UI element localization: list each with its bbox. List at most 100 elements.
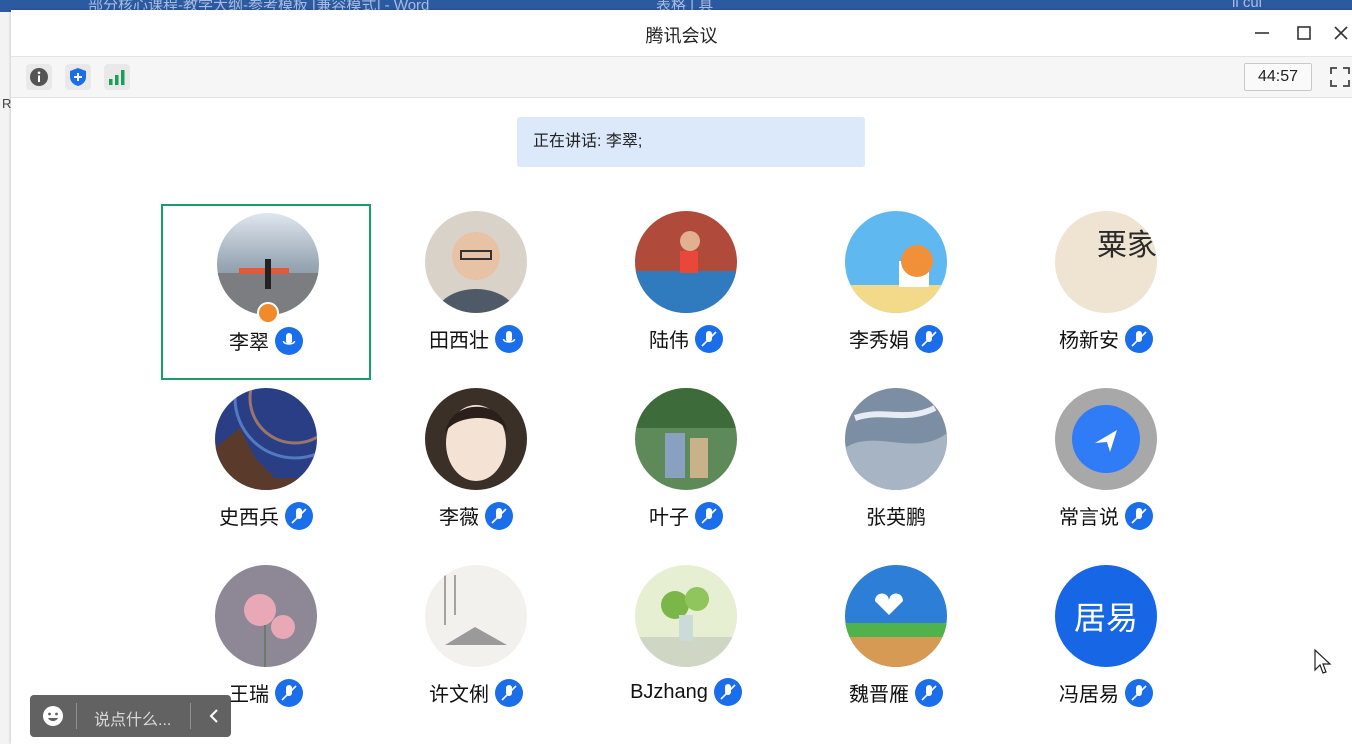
participant-tile[interactable]: 李薇: [371, 381, 581, 557]
participant-nameline: BJzhang: [581, 678, 791, 706]
mic-muted-icon[interactable]: [695, 501, 723, 530]
participant-name: BJzhang: [630, 680, 708, 703]
participant-name: 田西壮: [429, 330, 489, 352]
avatar: [635, 388, 737, 490]
mic-icon[interactable]: [495, 324, 523, 353]
speaking-indicator: 正在讲话: 李翠;: [517, 117, 865, 167]
avatar: [215, 388, 317, 490]
participant-name: 常言说: [1059, 507, 1119, 529]
meeting-info-button[interactable]: [26, 64, 52, 90]
participant-name: 冯居易: [1059, 684, 1119, 706]
participant-tile[interactable]: 田西壮: [371, 204, 581, 380]
avatar: [635, 211, 737, 313]
participant-nameline: 杨新安: [1001, 324, 1211, 353]
participant-nameline: 张英鹏: [791, 501, 1001, 530]
participant-tile[interactable]: BJzhang: [581, 558, 791, 734]
avatar: [425, 211, 527, 313]
participant-tile[interactable]: 常言说: [1001, 381, 1211, 557]
minimize-icon: [1255, 32, 1269, 34]
meeting-timer: 44:57: [1244, 63, 1312, 91]
participant-name: 李秀娟: [849, 330, 909, 352]
avatar: [1055, 388, 1157, 490]
close-button[interactable]: [1331, 20, 1351, 46]
avatar: 粟家: [1055, 211, 1157, 313]
participant-tile[interactable]: 许文俐: [371, 558, 581, 734]
participant-name: 杨新安: [1059, 330, 1119, 352]
close-icon: [1334, 26, 1348, 40]
signal-icon: [109, 70, 125, 85]
mic-muted-icon[interactable]: [485, 501, 513, 530]
participant-nameline: 许文俐: [371, 678, 581, 707]
avatar: [215, 565, 317, 667]
participant-name: 李翠: [229, 332, 269, 354]
participant-nameline: 冯居易: [1001, 678, 1211, 707]
participant-nameline: 常言说: [1001, 501, 1211, 530]
participant-name: 许文俐: [429, 684, 489, 706]
emoji-icon[interactable]: [42, 705, 64, 727]
avatar: [217, 213, 319, 315]
title-bar: 腾讯会议: [11, 10, 1352, 56]
mic-muted-icon[interactable]: [495, 678, 523, 707]
avatar: [845, 388, 947, 490]
avatar-initials: 居易: [1073, 600, 1138, 636]
mic-muted-icon[interactable]: [1125, 501, 1153, 530]
participant-tile[interactable]: 居易 冯居易: [1001, 558, 1211, 734]
participant-nameline: 魏晋雁: [791, 678, 1001, 707]
participant-name: 叶子: [649, 507, 689, 529]
collapse-chat-icon[interactable]: [204, 706, 224, 726]
participant-tile[interactable]: 李秀娟: [791, 204, 1001, 380]
participant-tile[interactable]: 李翠: [161, 204, 371, 380]
participant-name: 王瑞: [229, 684, 269, 706]
avatar: 居易: [1055, 565, 1157, 667]
maximize-icon: [1297, 26, 1311, 40]
mic-muted-icon[interactable]: [1125, 678, 1153, 707]
fullscreen-icon: [1330, 67, 1350, 87]
participant-nameline: 史西兵: [161, 501, 371, 530]
mic-muted-icon[interactable]: [915, 324, 943, 353]
participant-nameline: 叶子: [581, 501, 791, 530]
security-button[interactable]: [65, 64, 91, 90]
chat-bar[interactable]: 说点什么...: [30, 695, 231, 737]
meeting-toolbar: 44:57: [11, 56, 1352, 98]
participant-tile[interactable]: 张英鹏: [791, 381, 1001, 557]
mic-muted-icon[interactable]: [285, 501, 313, 530]
mouse-cursor-icon: [1314, 648, 1332, 674]
participant-nameline: 田西壮: [371, 324, 581, 353]
participant-name: 李薇: [439, 507, 479, 529]
avatar: [845, 565, 947, 667]
info-icon: [30, 68, 48, 86]
minimize-button[interactable]: [1247, 20, 1277, 46]
mic-muted-icon[interactable]: [695, 324, 723, 353]
participant-name: 张英鹏: [866, 507, 926, 529]
avatar: [425, 388, 527, 490]
shield-icon: [70, 68, 86, 86]
participant-nameline: 李薇: [371, 501, 581, 530]
host-badge: [257, 302, 279, 324]
chat-input[interactable]: 说点什么...: [94, 706, 171, 730]
meeting-window: 腾讯会议 44:57 正在讲话: 李翠; 李翠 田西壮 陆伟 李秀娟 粟家 杨新…: [11, 10, 1352, 744]
participant-nameline: 李秀娟: [791, 324, 1001, 353]
participant-tile[interactable]: 魏晋雁: [791, 558, 1001, 734]
participant-tile[interactable]: 陆伟: [581, 204, 791, 380]
participant-tile[interactable]: 史西兵: [161, 381, 371, 557]
participant-tile[interactable]: 叶子: [581, 381, 791, 557]
avatar-calligraphy: 粟家: [1097, 228, 1157, 263]
participant-tile[interactable]: 粟家 杨新安: [1001, 204, 1211, 380]
participant-name: 魏晋雁: [849, 684, 909, 706]
mic-muted-icon[interactable]: [275, 678, 303, 707]
participant-name: 陆伟: [649, 330, 689, 352]
mic-icon[interactable]: [275, 326, 303, 355]
avatar: [635, 565, 737, 667]
network-status-button[interactable]: [104, 64, 130, 90]
mic-muted-icon[interactable]: [713, 678, 742, 706]
mic-muted-icon[interactable]: [915, 678, 943, 707]
avatar: [845, 211, 947, 313]
participant-name: 史西兵: [219, 507, 279, 529]
maximize-button[interactable]: [1289, 20, 1319, 46]
participant-nameline: 李翠: [163, 326, 369, 355]
fullscreen-button[interactable]: [1329, 66, 1351, 88]
mic-muted-icon[interactable]: [1125, 324, 1153, 353]
participant-nameline: 陆伟: [581, 324, 791, 353]
chat-divider: [190, 703, 191, 729]
chat-divider: [76, 703, 77, 729]
